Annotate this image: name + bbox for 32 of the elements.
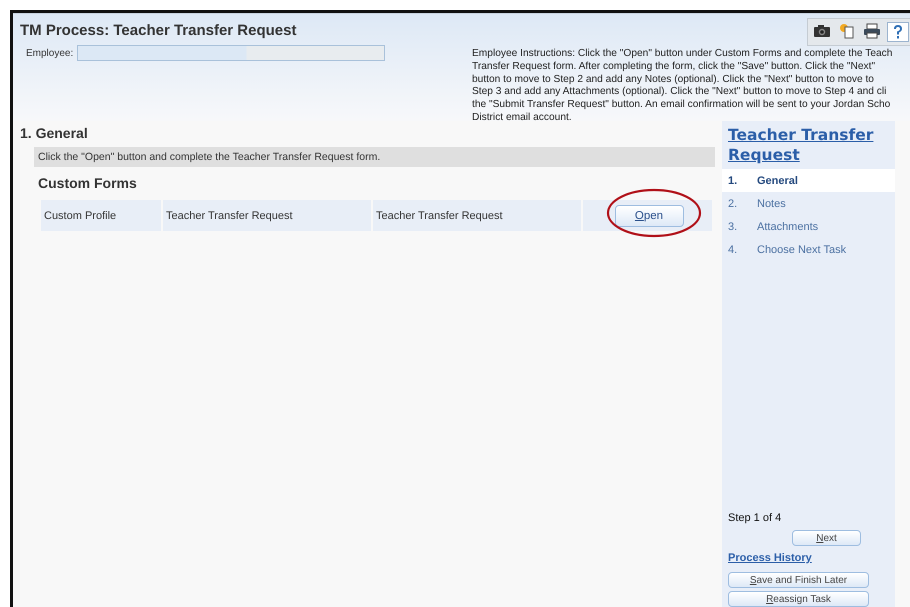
window-title: TM Process: Teacher Transfer Request bbox=[20, 22, 298, 39]
table-cell: Custom Profile bbox=[41, 200, 161, 231]
instructions-text: Employee Instructions: Click the "Open" button under Custom Forms and complete the Teach Transfer Request form. After completing the form, click the "Save" button. Click the "Next" button to move to Step 2 and add any Notes (optional). Click the "Next" button to move to Step 3 and add any Attachments (optional). Click the "Next" button to move to Step 4 and cli the "Submit Transfer Request" button. An email confirmation will be sent to your Jordan Scho District email account. bbox=[472, 48, 892, 125]
table-cell: Teacher Transfer Request bbox=[163, 200, 371, 231]
table-cell: Teacher Transfer Request bbox=[373, 200, 581, 231]
sidebar-title-link[interactable]: Teacher Transfer Request bbox=[722, 125, 895, 165]
step-counter: Step 1 of 4 bbox=[728, 512, 782, 524]
help-icon[interactable] bbox=[887, 22, 909, 42]
section-title: 1. General bbox=[20, 125, 89, 141]
section-heading: Custom Forms bbox=[38, 175, 138, 193]
print-icon[interactable] bbox=[862, 22, 882, 40]
action-button[interactable]: Reassign Task bbox=[728, 591, 869, 607]
step-label: General bbox=[757, 174, 798, 186]
hint-bar: Click the "Open" button and complete the Teacher Transfer Request form. bbox=[34, 147, 715, 167]
step-number: 1. bbox=[728, 174, 738, 186]
step-item[interactable]: 3. Attachments bbox=[722, 215, 895, 238]
camera-icon[interactable] bbox=[812, 22, 832, 40]
input-field[interactable] bbox=[77, 45, 386, 61]
open-button[interactable]: Open bbox=[614, 204, 684, 226]
process-history-link[interactable]: Process History bbox=[728, 552, 895, 564]
step-label: Choose Next Task bbox=[757, 244, 846, 256]
next-button[interactable]: Next bbox=[792, 530, 861, 546]
step-item[interactable]: 1. General bbox=[722, 169, 895, 192]
step-number: 2. bbox=[728, 198, 738, 210]
step-item[interactable]: 4. Choose Next Task bbox=[722, 238, 895, 261]
action-button[interactable]: Save and Finish Later bbox=[728, 572, 869, 588]
step-label: Notes bbox=[757, 198, 786, 210]
step-item[interactable]: 2. Notes bbox=[722, 192, 895, 215]
step-label: Attachments bbox=[757, 220, 818, 232]
step-number: 4. bbox=[728, 244, 738, 256]
step-number: 3. bbox=[728, 220, 738, 232]
field-label: Employee: bbox=[26, 48, 74, 58]
